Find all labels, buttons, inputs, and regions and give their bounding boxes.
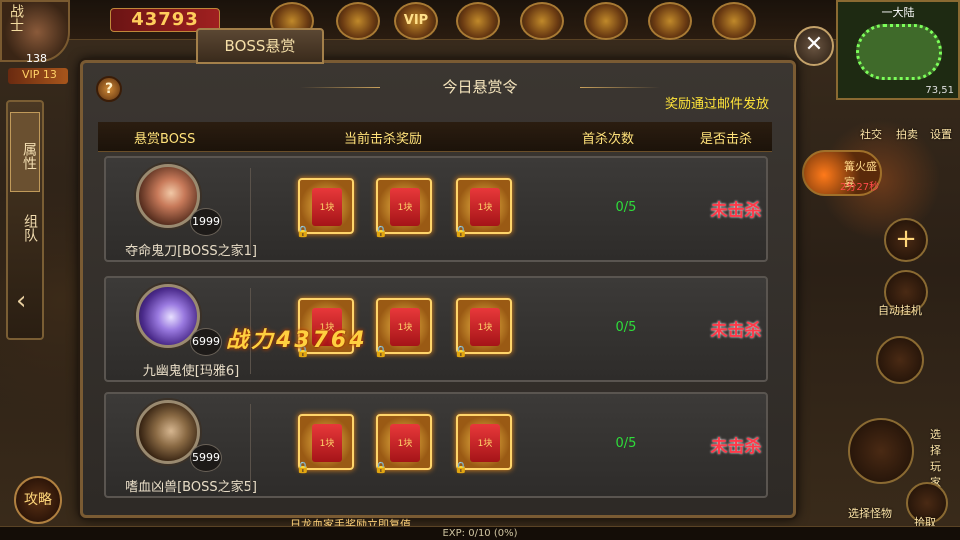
table-header: 悬赏BOSS 当前击杀奖励 首杀次数 是否击杀 <box>98 122 772 152</box>
reward-item[interactable]: 1块 🔒 <box>454 178 512 238</box>
auto-battle-label[interactable]: 自动挂机 <box>878 302 922 318</box>
role-label: 战士 <box>8 4 24 32</box>
close-button[interactable]: ✕ <box>794 26 834 66</box>
floating-power-change: 战力43764 <box>226 328 368 353</box>
lock-icon: 🔒 <box>374 345 388 358</box>
vip-icon[interactable]: VIP <box>394 2 438 40</box>
exp-text: EXP: 0/10 (0%) <box>442 528 518 539</box>
row-divider <box>250 168 251 254</box>
gift-icon[interactable] <box>336 2 380 40</box>
lock-icon: 🔒 <box>454 225 468 238</box>
tab-team[interactable]: 组队 <box>10 206 40 242</box>
plus-icon[interactable]: + <box>884 218 928 262</box>
red-envelope-icon: 1块 <box>390 308 420 346</box>
reward-item[interactable]: 1块 🔒 <box>454 414 512 474</box>
first-kill-count: 0/5 <box>615 320 637 335</box>
reward-item[interactable]: 1块 🔒 <box>374 414 432 474</box>
first-kill-count: 0/5 <box>615 436 637 451</box>
red-envelope-icon: 1块 <box>312 424 342 462</box>
minimap-terrain <box>856 24 942 80</box>
lock-icon: 🔒 <box>374 461 388 474</box>
auction-button-label[interactable]: 拍卖 <box>896 126 918 142</box>
minimap-title: 一大陆 <box>881 6 915 19</box>
treasure-icon[interactable] <box>456 2 500 40</box>
table-row[interactable]: 1999 夺命鬼刀[BOSS之家1] 1块 🔒 1块 🔒 1块 🔒 0/5 未击杀 <box>104 156 768 262</box>
lock-icon: 🔒 <box>374 225 388 238</box>
shop-icon[interactable] <box>648 2 692 40</box>
reward-box-icon[interactable] <box>520 2 564 40</box>
strategy-button[interactable]: 攻略 <box>14 476 62 524</box>
skill-icon[interactable] <box>876 336 924 384</box>
reward-item[interactable]: 1块 🔒 <box>296 178 354 238</box>
lock-icon: 🔒 <box>454 461 468 474</box>
event-timer: 2分27秒 <box>840 182 880 193</box>
red-envelope-icon: 1块 <box>390 188 420 226</box>
reward-item[interactable]: 1块 🔒 <box>296 414 354 474</box>
red-envelope-icon: 1块 <box>470 424 500 462</box>
reward-item[interactable]: 1块 🔒 <box>374 298 432 358</box>
reward-item[interactable]: 1块 🔒 <box>454 298 512 358</box>
tab-attributes[interactable]: 属性 <box>10 112 40 192</box>
header-boss: 悬赏BOSS <box>134 132 196 147</box>
header-killed: 是否击杀 <box>700 132 753 147</box>
attack-icon[interactable] <box>848 418 914 484</box>
title-ornament-right <box>580 87 660 88</box>
red-envelope-icon: 1块 <box>470 308 500 346</box>
select-monster-button[interactable]: 选择怪物 <box>848 505 892 521</box>
table-row[interactable]: 5999 嗜血凶兽[BOSS之家5] 1块 🔒 1块 🔒 1块 🔒 0/5 未击杀 <box>104 392 768 498</box>
settings-button-label[interactable]: 设置 <box>930 126 952 142</box>
kill-status: 未击杀 <box>710 321 762 341</box>
tab-boss-bounty[interactable]: BOSS悬赏 <box>196 28 324 64</box>
lock-icon: 🔒 <box>296 225 310 238</box>
row-divider <box>250 404 251 490</box>
event-icon[interactable] <box>584 2 628 40</box>
kill-status: 未击杀 <box>710 201 762 221</box>
dialog-title: 今日悬赏令 <box>442 78 518 96</box>
collapse-arrow-icon[interactable]: ‹ <box>16 286 40 322</box>
boss-level-badge: 6999 <box>190 328 222 356</box>
select-player-button[interactable]: 选择玩家 <box>930 426 944 490</box>
player-level: 138 <box>26 52 47 65</box>
kill-status: 未击杀 <box>710 437 762 457</box>
boss-level-badge: 5999 <box>190 444 222 472</box>
table-row[interactable]: 6999 九幽鬼使[玛雅6] 1块 🔒 1块 🔒 1块 🔒 0/5 未击杀 <box>104 276 768 382</box>
exp-bar: EXP: 0/10 (0%) <box>0 526 960 540</box>
boss-level-badge: 1999 <box>190 208 222 236</box>
side-panel-tabs: 属性 组队 ‹ <box>6 100 44 340</box>
lock-icon: 🔒 <box>454 345 468 358</box>
bonfire-event-button[interactable]: 篝火盛宴 2分27秒 <box>802 150 882 196</box>
mail-delivery-note: 奖励通过邮件发放 <box>665 97 770 112</box>
ranking-icon[interactable] <box>712 2 756 40</box>
first-kill-count: 0/5 <box>615 200 637 215</box>
red-envelope-icon: 1块 <box>390 424 420 462</box>
header-first-kill: 首杀次数 <box>582 132 635 147</box>
red-envelope-icon: 1块 <box>470 188 500 226</box>
header-reward: 当前击杀奖励 <box>344 132 423 147</box>
social-button-label[interactable]: 社交 <box>860 126 882 142</box>
lock-icon: 🔒 <box>296 461 310 474</box>
red-envelope-icon: 1块 <box>312 188 342 226</box>
reward-item[interactable]: 1块 🔒 <box>374 178 432 238</box>
